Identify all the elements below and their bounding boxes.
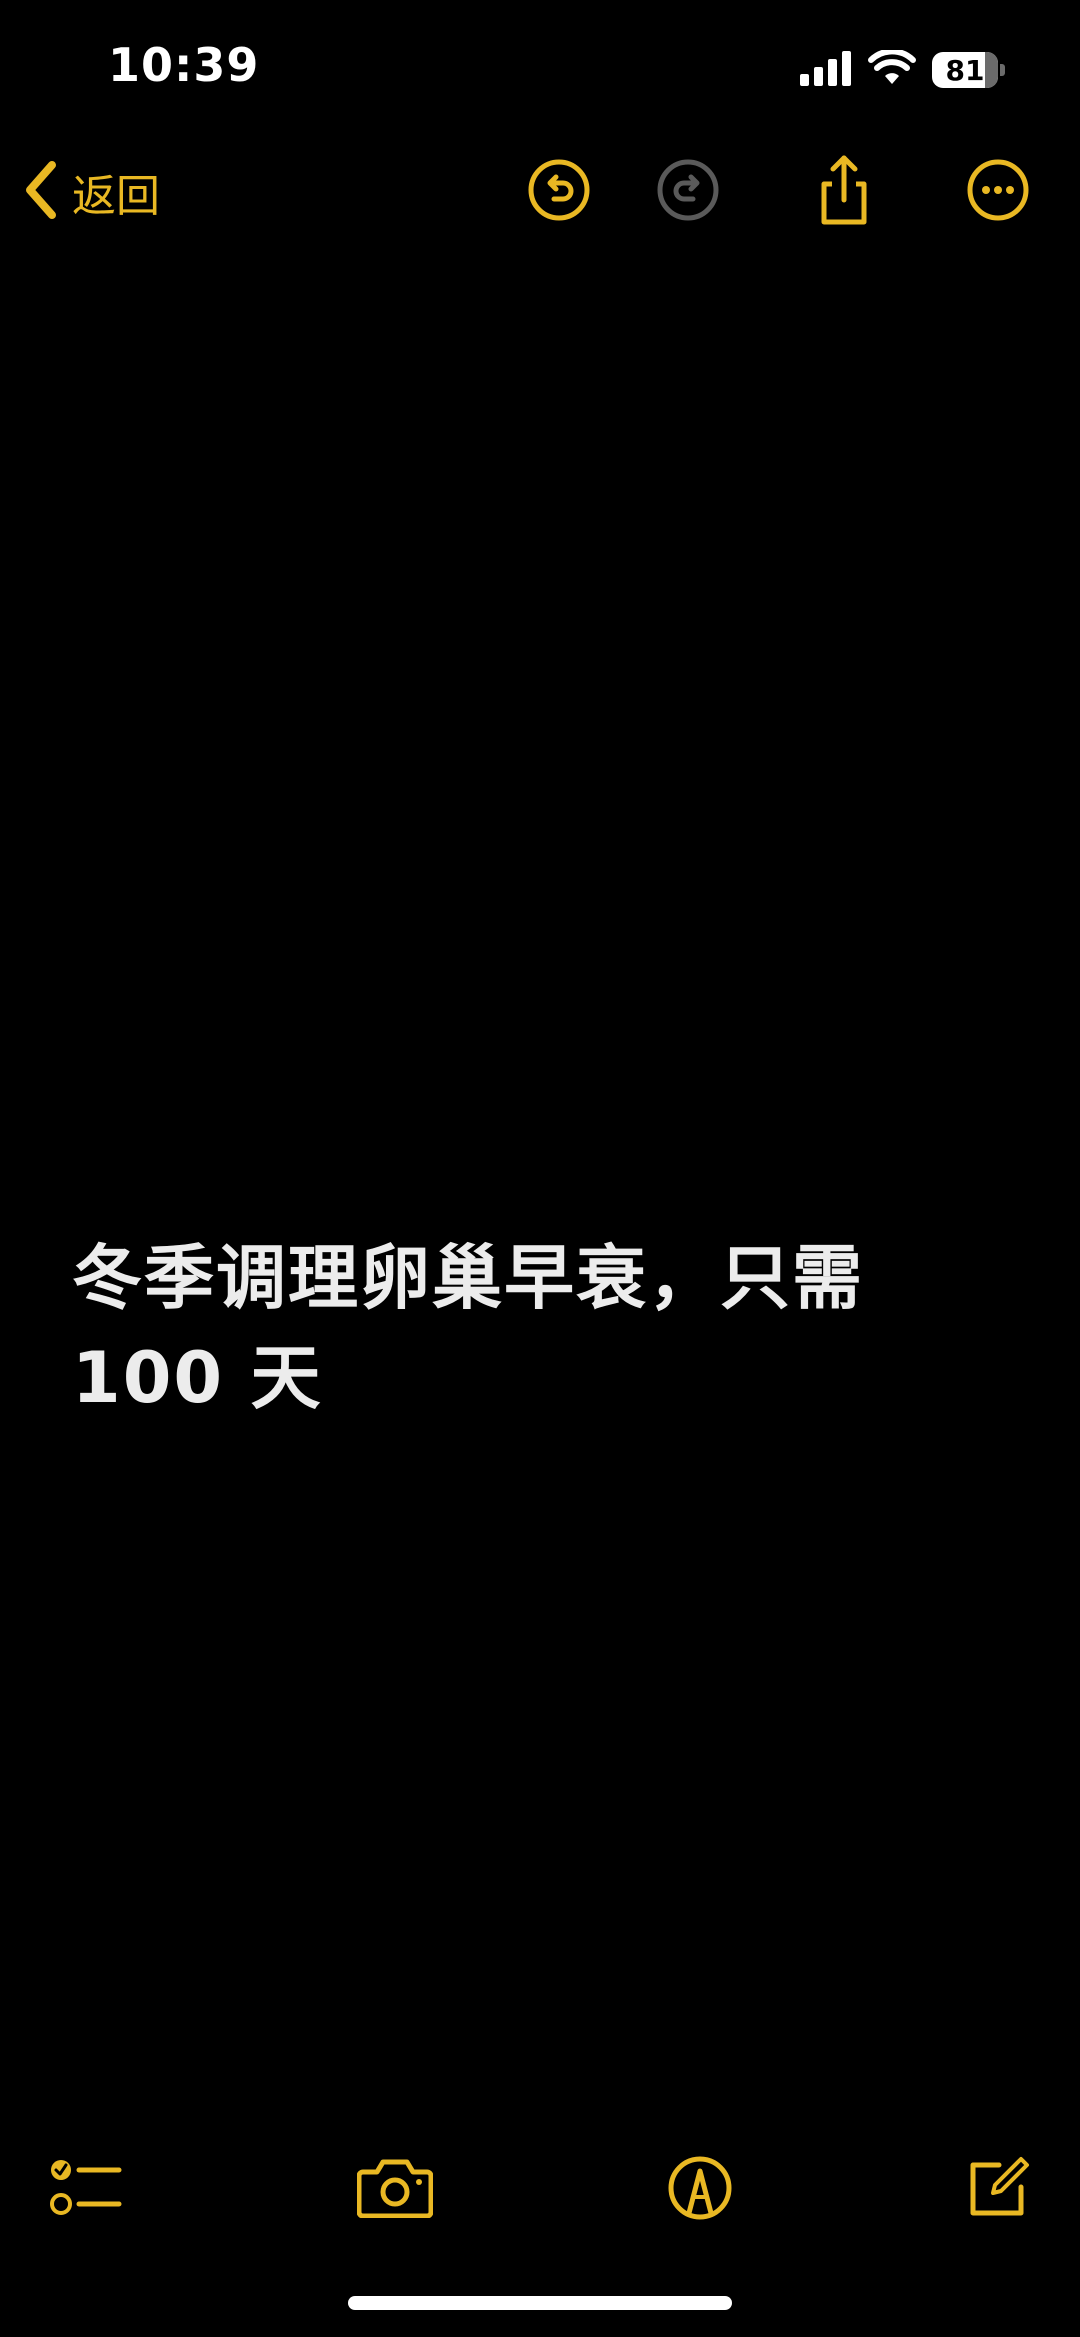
status-time: 10:39 — [108, 38, 260, 92]
home-indicator[interactable] — [348, 2296, 732, 2310]
note-title-line-1: 冬季调理卵巢早衰，只需 — [72, 1237, 864, 1319]
share-button[interactable] — [810, 155, 878, 226]
share-icon — [812, 154, 876, 230]
back-button[interactable]: 返回 — [22, 161, 160, 223]
note-title-line-2: 100 天 — [72, 1337, 323, 1419]
redo-button[interactable] — [654, 158, 722, 226]
battery-body: 81 — [932, 52, 998, 88]
more-icon — [966, 158, 1030, 226]
wifi-icon — [868, 48, 916, 90]
undo-button[interactable] — [525, 158, 593, 226]
nav-bar: 返回 — [0, 140, 1080, 244]
battery-percent: 81 — [945, 53, 985, 87]
checklist-button[interactable] — [46, 2150, 126, 2230]
markup-icon — [667, 2155, 733, 2225]
markup-button[interactable] — [660, 2150, 740, 2230]
chevron-left-icon — [22, 161, 58, 223]
status-indicators: 81 — [800, 48, 1006, 92]
redo-icon — [656, 158, 720, 226]
bottom-toolbar — [0, 2140, 1080, 2240]
note-title[interactable]: 冬季调理卵巢早衰，只需 100 天 — [72, 1228, 972, 1428]
more-button[interactable] — [964, 158, 1032, 226]
compose-icon — [965, 2155, 1031, 2225]
note-editor[interactable]: 冬季调理卵巢早衰，只需 100 天 — [72, 1228, 972, 1428]
compose-button[interactable] — [958, 2150, 1038, 2230]
undo-icon — [527, 158, 591, 226]
back-label: 返回 — [72, 171, 160, 222]
battery-tip — [1000, 64, 1005, 76]
battery-icon: 81 — [932, 51, 1006, 89]
checklist-icon — [49, 2156, 123, 2224]
status-bar: 10:39 81 — [0, 0, 1080, 140]
camera-button[interactable] — [355, 2150, 435, 2230]
camera-icon — [356, 2158, 434, 2222]
cellular-signal-icon — [800, 50, 852, 90]
